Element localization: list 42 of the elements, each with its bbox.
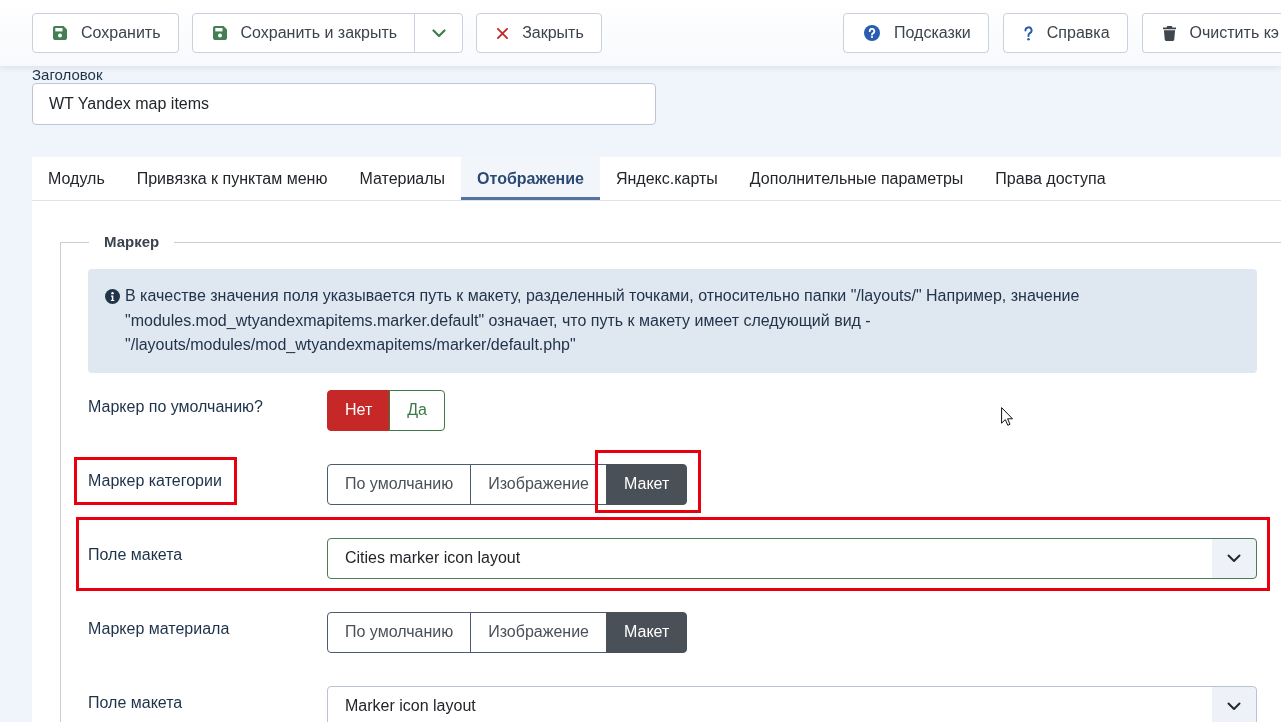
field-label: Маркер по умолчанию? (88, 396, 263, 417)
tab[interactable]: Материалы (343, 157, 462, 200)
chevron-down-icon (1227, 701, 1241, 711)
toolbar-button[interactable]: Справка (1002, 13, 1128, 53)
chevron-down-icon (1227, 553, 1241, 563)
tab[interactable]: Привязка к пунктам меню (120, 157, 344, 200)
option-button[interactable]: Изображение (470, 463, 607, 505)
question-mark-icon (1023, 25, 1033, 41)
tab[interactable]: Отображение (461, 157, 600, 200)
layout-select[interactable]: Marker icon layout (327, 685, 1257, 722)
group-legend: Маркер (89, 232, 175, 252)
tab[interactable]: Модуль (32, 157, 121, 200)
field-label: Поле макета (88, 692, 183, 713)
toolbar-button[interactable]: Закрыть (476, 13, 602, 53)
field-label: Заголовок (32, 66, 103, 83)
switch-option[interactable]: Да (389, 389, 445, 431)
close-icon (497, 27, 509, 39)
tab[interactable]: Яндекс.карты (599, 157, 734, 200)
field-label: Маркер категории (88, 470, 222, 491)
field-label: Поле макета (88, 544, 183, 565)
tab[interactable]: Дополнительные параметры (733, 157, 980, 200)
trash-icon (1162, 25, 1176, 41)
option-button[interactable]: По умолчанию (327, 611, 472, 653)
title-input[interactable]: WT Yandex map items (32, 83, 656, 125)
toolbar-button[interactable]: Очистить кэ (1141, 13, 1281, 53)
chevron-down-icon (431, 28, 446, 38)
toolbar-button[interactable]: Сохранить (32, 13, 179, 53)
switch-option[interactable]: Нет (327, 389, 391, 431)
option-button[interactable]: Изображение (470, 611, 607, 653)
info-text: В качестве значения поля указывается путь к макету, разделенный точками, относительно папки "/layouts/" Например, значение "modules.mod_wtyandexmapitems.marker.default" означает, что путь к макету имеет следующий вид - "/layouts/modules/mod_wtyandexmapitems/marker/default.php" (125, 286, 1081, 355)
question-circle-icon (864, 25, 881, 41)
option-button[interactable]: Макет (606, 611, 688, 653)
option-button[interactable]: По умолчанию (327, 463, 472, 505)
tab[interactable]: Права доступа (979, 157, 1122, 200)
toolbar-button[interactable]: Подсказки (843, 13, 989, 53)
field-label: Маркер материала (88, 618, 230, 639)
info-icon (105, 289, 120, 304)
mouse-pointer-icon (1001, 407, 1013, 426)
option-button[interactable]: Макет (606, 463, 688, 505)
layout-select[interactable]: Cities marker icon layout (327, 537, 1257, 579)
dropdown-toggle[interactable] (414, 13, 464, 53)
toolbar-button[interactable]: Сохранить и закрыть (191, 13, 416, 53)
